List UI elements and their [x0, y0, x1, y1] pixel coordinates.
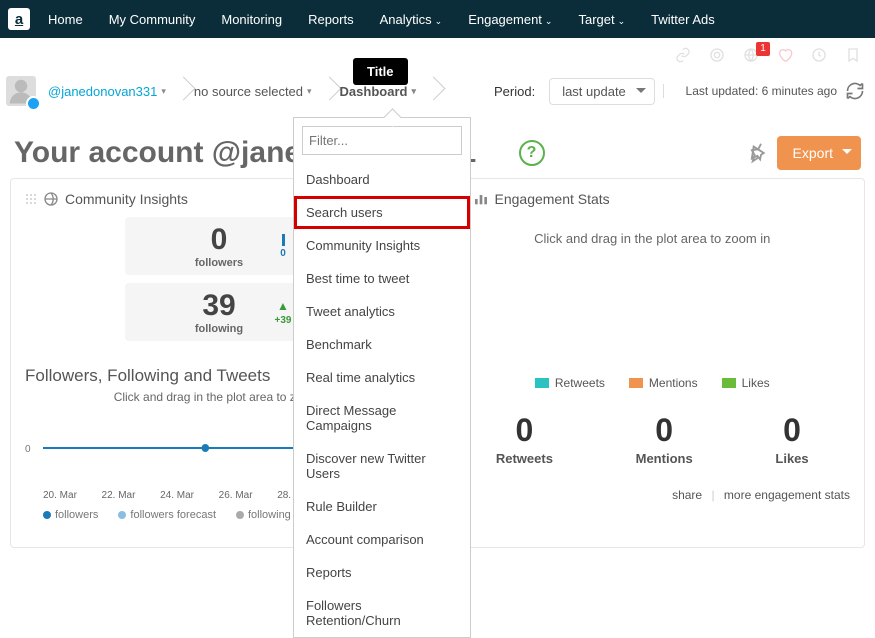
bookmark-icon[interactable]	[845, 47, 861, 63]
menu-community-insights[interactable]: Community Insights	[294, 229, 470, 262]
menu-account-comparison[interactable]: Account comparison	[294, 523, 470, 556]
nav-target[interactable]: Target⌄	[578, 12, 625, 27]
chevron-down-icon: ⌄	[435, 16, 443, 26]
menu-benchmark[interactable]: Benchmark	[294, 328, 470, 361]
menu-followers-retention-churn[interactable]: Followers Retention/Churn	[294, 589, 470, 637]
stat-label: following	[165, 323, 273, 335]
panel-title: Engagement Stats	[495, 191, 610, 207]
panel-title: Community Insights	[65, 191, 188, 207]
app-logo[interactable]: a	[8, 8, 30, 30]
reply-arrow-icon[interactable]	[750, 142, 772, 164]
menu-best-time-to-tweet[interactable]: Best time to tweet	[294, 262, 470, 295]
menu-search-users[interactable]: Search users	[294, 196, 470, 229]
stat-value: 39	[165, 289, 273, 323]
breadcrumb-row: @janedonovan331▾ no source selected▾ Das…	[0, 72, 875, 110]
clock-icon[interactable]	[811, 47, 827, 63]
menu-reports[interactable]: Reports	[294, 556, 470, 589]
legend-item[interactable]: Retweets	[535, 376, 605, 390]
separator: |	[711, 488, 714, 502]
legend-item[interactable]: following	[236, 509, 291, 521]
y-tick: 0	[25, 444, 31, 455]
last-updated: Last updated: 6 minutes ago	[663, 84, 837, 98]
drag-handle-icon[interactable]	[25, 193, 37, 205]
chevron-down-icon: ▾	[307, 86, 312, 97]
x-tick: 20. Mar	[43, 490, 77, 501]
menu-direct-message-campaigns[interactable]: Direct Message Campaigns	[294, 394, 470, 442]
chart-hint: Click and drag in the plot area to zoom …	[455, 231, 851, 246]
more-stats-link[interactable]: more engagement stats	[724, 488, 850, 502]
crumb-source[interactable]: no source selected ▾	[184, 76, 330, 106]
chevron-down-icon: ⌄	[545, 16, 553, 26]
period-label: Period:	[494, 84, 535, 99]
metric-retweets: 0Retweets	[496, 412, 553, 466]
x-tick: 26. Mar	[219, 490, 253, 501]
globe-icon	[43, 191, 59, 207]
nav-engagement[interactable]: Engagement⌄	[468, 12, 552, 27]
menu-real-time-analytics[interactable]: Real time analytics	[294, 361, 470, 394]
menu-discover-new-twitter-users[interactable]: Discover new Twitter Users	[294, 442, 470, 490]
bar-chart-icon	[473, 191, 489, 207]
engagement-metrics: 0Retweets 0Mentions 0Likes	[455, 412, 851, 466]
legend-item[interactable]: followers	[43, 509, 98, 521]
share-link[interactable]: share	[672, 488, 702, 502]
view-dropdown-menu: DashboardSearch usersCommunity InsightsB…	[293, 117, 471, 638]
nav-analytics[interactable]: Analytics⌄	[380, 12, 443, 27]
crumb-user[interactable]: @janedonovan331 ▾	[38, 76, 184, 106]
heart-icon[interactable]	[777, 47, 793, 63]
legend-item[interactable]: Likes	[722, 376, 770, 390]
stat-value: 0	[165, 223, 273, 257]
stat-delta: ▲+39	[273, 299, 293, 326]
stat-followers: 0followers0	[125, 217, 305, 275]
nav-monitoring[interactable]: Monitoring	[221, 12, 282, 27]
refresh-icon[interactable]	[845, 81, 865, 101]
avatar[interactable]	[6, 76, 36, 106]
nav-my-community[interactable]: My Community	[109, 12, 196, 27]
secondary-toolbar: 1	[0, 38, 875, 72]
chevron-down-icon: ▾	[161, 86, 166, 97]
chevron-down-icon: ⌄	[618, 16, 626, 26]
engagement-legend: Retweets Mentions Likes	[455, 376, 851, 390]
export-label: Export	[793, 145, 833, 161]
help-icon[interactable]: ?	[519, 140, 545, 166]
period-value: last update	[562, 84, 626, 99]
legend-item[interactable]: followers forecast	[118, 509, 216, 521]
metric-likes: 0Likes	[775, 412, 808, 466]
x-tick: 22. Mar	[102, 490, 136, 501]
help-ring-icon[interactable]	[709, 47, 725, 63]
caret-down-icon	[842, 149, 852, 159]
nav-twitter-ads[interactable]: Twitter Ads	[651, 12, 715, 27]
title-tooltip: Title	[353, 58, 408, 85]
filter-input[interactable]	[302, 126, 462, 155]
caret-down-icon	[636, 88, 646, 98]
link-icon[interactable]	[675, 47, 691, 63]
export-button[interactable]: Export	[777, 136, 861, 170]
nav-home[interactable]: Home	[48, 12, 83, 27]
legend-item[interactable]: Mentions	[629, 376, 698, 390]
engagement-stats-panel: Engagement Stats Click and drag in the p…	[440, 178, 866, 548]
crumb-user-label: @janedonovan331	[48, 84, 157, 99]
period-dropdown[interactable]: last update	[549, 78, 655, 105]
menu-rule-builder[interactable]: Rule Builder	[294, 490, 470, 523]
x-tick: 24. Mar	[160, 490, 194, 501]
stat-delta: 0	[273, 234, 293, 259]
crumb-source-label: no source selected	[194, 84, 303, 99]
chevron-down-icon: ▾	[411, 86, 416, 97]
stat-following: 39following▲+39	[125, 283, 305, 341]
nav-reports[interactable]: Reports	[308, 12, 354, 27]
menu-dashboard[interactable]: Dashboard	[294, 163, 470, 196]
metric-mentions: 0Mentions	[636, 412, 693, 466]
top-nav: a Home My Community Monitoring Reports Analy…	[0, 0, 875, 38]
stat-label: followers	[165, 257, 273, 269]
menu-tweet-analytics[interactable]: Tweet analytics	[294, 295, 470, 328]
notif-badge: 1	[756, 42, 770, 56]
